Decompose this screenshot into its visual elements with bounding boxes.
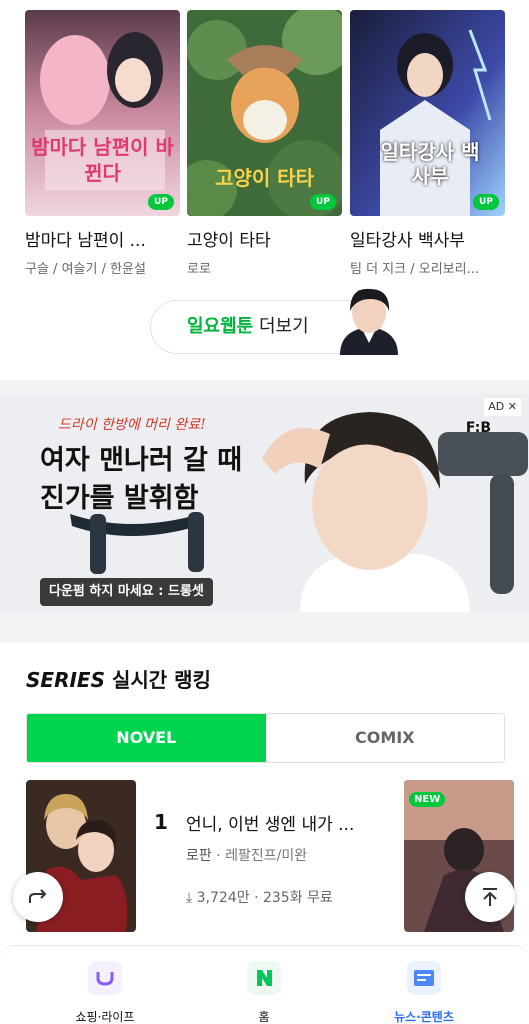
rank-stats: ⤓ 3,724만 · 235화 무료 [186,890,333,906]
webtoon-cover-title-3: 일타강사 백사부 [380,140,480,188]
webtoon-card-2[interactable]: 고양이 타타 UP 고양이 타타 로로 [187,10,342,277]
ad-headline: 여자 맨나러 갈 때 진가를 발휘함 [40,442,280,518]
naver-home-icon [247,961,281,995]
tab-novel[interactable]: NOVEL [27,714,266,762]
nav-shopping-life[interactable]: 쇼핑·라이프 [50,960,160,1024]
ad-headline-line-1: 여자 맨나러 갈 때 [40,445,243,476]
more-button-label: 더보기 [258,316,309,337]
rank-genre: 로판 [186,848,212,864]
webtoon-authors: 팀 더 지크 / 오리보리... [350,262,479,277]
rank-episodes: 235화 무료 [262,890,333,906]
nav-label: 뉴스·콘텐츠 [394,1010,454,1024]
webtoon-card-1[interactable]: 밤마다 남편이 바뀐다 UP 밤마다 남편이 ... 구슬 / 여슬기 / 한윤… [25,10,180,277]
ad-tagline: 드라이 한방에 머리 완료! [58,417,206,433]
ranking-item[interactable]: 1 언니, 이번 생엔 내가 ... 로판 · 레팔진프/미완 ⤓ 3,724만… [26,780,396,932]
rank-number: 1 [154,810,168,834]
up-badge: UP [473,194,499,210]
webtoon-cover-title-1: 밤마다 남편이 바뀐다 [31,135,174,185]
shopping-icon [88,961,122,995]
tab-comix[interactable]: COMIX [265,714,504,762]
webtoon-title[interactable]: 밤마다 남편이 ... [25,226,180,251]
webtoon-authors: 로로 [187,262,211,277]
nav-label: 쇼핑·라이프 [75,1010,135,1024]
series-logo: SERIES [26,668,105,692]
rank-meta: 로판 · 레팔진프/미완 [186,848,308,864]
scroll-top-button[interactable] [465,872,515,922]
share-button[interactable] [13,872,63,922]
nav-home[interactable]: 홈 [209,960,319,1024]
new-badge: NEW [409,792,446,807]
webtoon-title[interactable]: 고양이 타타 [187,226,342,251]
bottom-navigation: 쇼핑·라이프 홈 뉴스·콘텐츠 [0,945,529,1024]
arrow-up-icon [483,888,497,906]
series-heading: 실시간 랭킹 [111,668,211,692]
news-icon [407,961,441,995]
share-icon [29,889,47,903]
ad-brand-logo: F:B [465,420,491,436]
rank-downloads: 3,724만 [196,890,250,906]
character-avatar [340,288,398,355]
webtoon-cover-title-2: 고양이 타타 [215,166,314,190]
series-tab-switch: NOVEL COMIX [26,713,505,763]
ad-product-label: 다운펌 하지 마세요 : 드롱셋 [40,578,213,606]
webtoon-cover-1[interactable]: 밤마다 남편이 바뀐다 UP [25,10,180,216]
rank-title[interactable]: 언니, 이번 생엔 내가 ... [186,810,354,835]
rank-author: 레팔진프/미완 [225,848,308,864]
up-badge: UP [310,194,336,210]
ad-headline-line-2: 진가를 발휘함 [40,483,199,514]
webtoon-cover-3[interactable]: 일타강사 백사부 UP [350,10,505,216]
download-icon: ⤓ [186,890,193,906]
ad-section: 드라이 한방에 머리 완료! 여자 맨나러 갈 때 진가를 발휘함 다운펌 하지… [0,380,529,643]
ad-banner[interactable]: 드라이 한방에 머리 완료! 여자 맨나러 갈 때 진가를 발휘함 다운펌 하지… [0,394,529,612]
more-button-highlight: 일요웹툰 [187,316,254,337]
webtoon-cover-2[interactable]: 고양이 타타 UP [187,10,342,216]
webtoon-list: 밤마다 남편이 바뀐다 UP 밤마다 남편이 ... 구슬 / 여슬기 / 한윤… [25,10,505,280]
webtoon-title[interactable]: 일타강사 백사부 [350,226,505,251]
ad-close-button[interactable]: AD ✕ [484,398,521,416]
nav-news-content[interactable]: 뉴스·콘텐츠 [369,960,479,1024]
webtoon-authors: 구슬 / 여슬기 / 한윤설 [25,262,146,277]
nav-label: 홈 [258,1010,270,1024]
webtoon-card-3[interactable]: 일타강사 백사부 UP 일타강사 백사부 팀 더 지크 / 오리보리... [350,10,505,277]
series-ranking-title: SERIES 실시간 랭킹 [26,664,211,693]
up-badge: UP [148,194,174,210]
